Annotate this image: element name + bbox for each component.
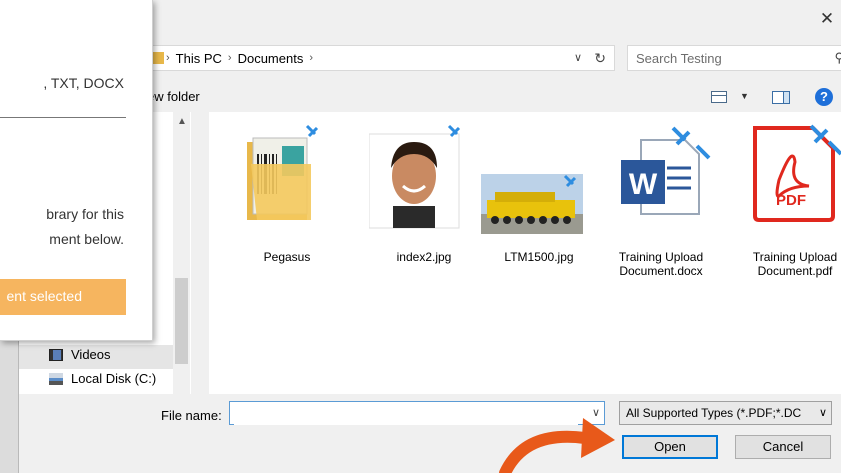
portrait-image-icon: [369, 124, 461, 229]
breadcrumb-separator: ›: [166, 52, 170, 64]
search-box: ⚲: [627, 45, 841, 71]
file-item-index2[interactable]: index2.jpg: [359, 124, 469, 264]
breadcrumb-documents[interactable]: Documents: [238, 51, 304, 66]
pointer-arrow-icon: [499, 418, 615, 473]
file-item-training-docx[interactable]: W Training Upload Document.docx: [601, 124, 721, 278]
file-name-line1: Training Upload: [618, 250, 704, 264]
pdf-badge: PDF: [776, 192, 806, 209]
status-bar[interactable]: ent selected: [0, 279, 126, 315]
file-name: LTM1500.jpg: [504, 250, 574, 264]
change-view-icon[interactable]: [711, 91, 727, 103]
help-icon[interactable]: ?: [815, 88, 833, 106]
svg-text:W: W: [629, 168, 658, 201]
breadcrumb-separator: ›: [227, 52, 232, 64]
folder-icon: [243, 124, 319, 220]
divider: [0, 117, 126, 118]
chevron-down-icon: ∨: [816, 402, 827, 424]
nav-scrollbar[interactable]: ▲: [173, 112, 190, 394]
folder-icon: [152, 52, 164, 64]
breadcrumb-separator[interactable]: ›: [309, 52, 313, 64]
videos-icon: [49, 348, 63, 361]
pdf-document-icon: [753, 124, 841, 222]
crane-image-icon: [481, 174, 583, 234]
nav-item-videos[interactable]: Videos: [49, 347, 111, 362]
dialog-footer: File name: ∨ All Supported Types (*.PDF;…: [19, 394, 841, 473]
close-button[interactable]: ✕: [818, 10, 836, 28]
scrollbar-thumb[interactable]: [175, 278, 188, 364]
nav-item-local-disk[interactable]: Local Disk (C:): [49, 371, 156, 386]
description-line-2: ment below.: [49, 231, 124, 247]
nav-item-label: Local Disk (C:): [71, 371, 157, 386]
cancel-button[interactable]: Cancel: [735, 435, 831, 459]
description-line-1: brary for this: [46, 206, 124, 222]
file-item-training-pdf[interactable]: PDF Training Upload Document.pdf: [735, 124, 841, 278]
word-document-icon: W: [621, 126, 711, 215]
supported-formats-text: , TXT, DOCX: [43, 75, 124, 91]
file-list: Pegasus index2.jpg LTM1500.jpg W Trainin…: [209, 112, 841, 394]
nav-item-label: Videos: [71, 347, 111, 362]
preview-pane-icon[interactable]: [772, 91, 790, 104]
scroll-up-icon[interactable]: ▲: [177, 116, 187, 127]
file-name: Pegasus: [263, 250, 311, 264]
view-dropdown-icon[interactable]: ▼: [740, 91, 749, 101]
address-bar[interactable]: › This PC › Documents › ∨ ↻: [147, 45, 615, 71]
breadcrumb-this-pc[interactable]: This PC: [176, 51, 222, 66]
file-name-label: File name:: [161, 408, 222, 423]
search-icon[interactable]: ⚲: [834, 50, 841, 66]
upload-panel: , TXT, DOCX brary for this ment below. e…: [0, 0, 153, 341]
new-folder-button[interactable]: ew folder: [147, 89, 200, 104]
file-name-line2: Document.pdf: [757, 264, 833, 278]
file-type-value: All Supported Types (*.PDF;*.DC: [626, 406, 802, 420]
file-item-pegasus[interactable]: Pegasus: [217, 124, 319, 264]
file-name: index2.jpg: [396, 250, 452, 264]
refresh-icon[interactable]: ↻: [594, 50, 606, 67]
file-item-ltm1500[interactable]: LTM1500.jpg: [481, 124, 589, 264]
local-disk-icon: [49, 372, 63, 385]
file-name-line2: Document.docx: [619, 264, 703, 278]
address-dropdown-icon[interactable]: ∨: [574, 51, 582, 64]
search-input[interactable]: [636, 51, 816, 66]
file-name-line1: Training Upload: [752, 250, 838, 264]
status-text: ent selected: [6, 288, 83, 304]
file-type-select[interactable]: All Supported Types (*.PDF;*.DC ∨: [619, 401, 832, 425]
